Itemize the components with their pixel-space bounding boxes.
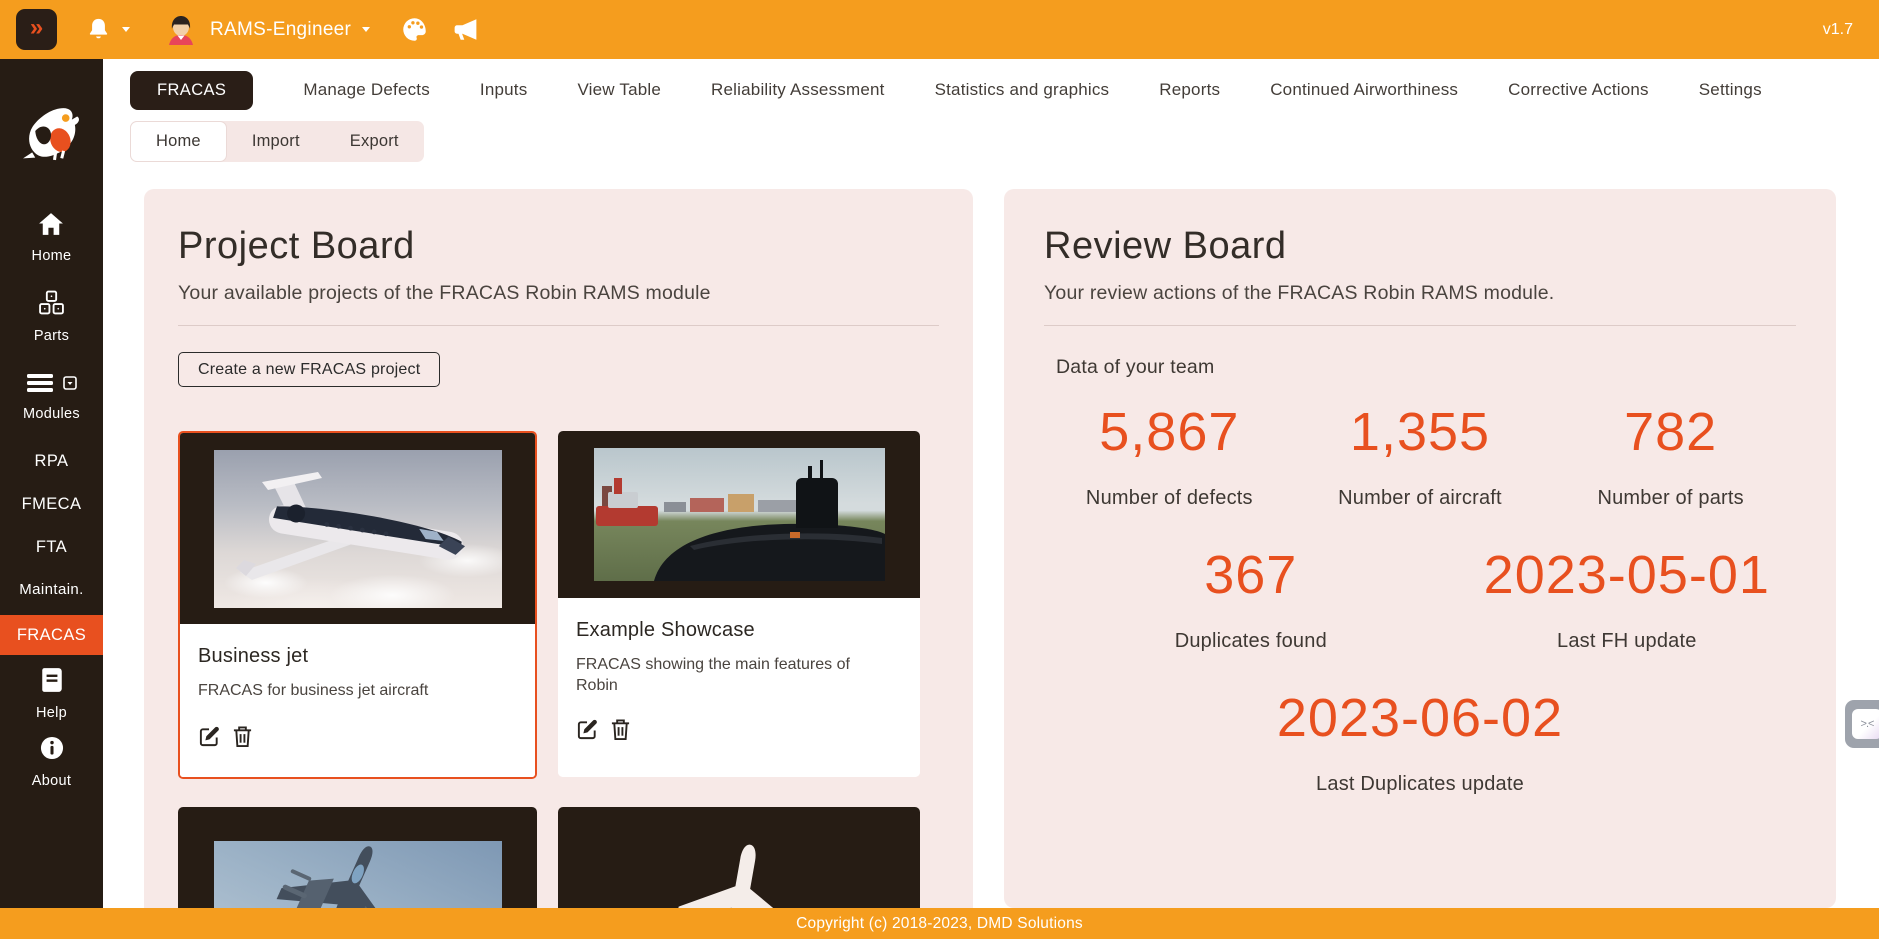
stat-value: 2023-05-01 — [1458, 544, 1796, 606]
user-avatar[interactable] — [164, 13, 198, 47]
sidebar-item-fta[interactable]: FTA — [36, 538, 67, 557]
stats-row-3: 2023-06-02 Last Duplicates update — [1044, 687, 1796, 796]
delete-project-icon[interactable] — [232, 725, 253, 748]
team-data-label: Data of your team — [1056, 356, 1796, 379]
subtab-bar: Home Import Export — [130, 121, 424, 162]
sidebar-item-rpa[interactable]: RPA — [35, 452, 69, 471]
stat-label: Number of defects — [1044, 487, 1295, 510]
sidebar: Home Parts — [0, 59, 103, 939]
project-card-example-showcase[interactable]: Example Showcase FRACAS showing the main… — [558, 431, 920, 777]
stat-label: Duplicates found — [1044, 630, 1458, 653]
sidebar-item-about[interactable]: About — [32, 735, 71, 789]
sidebar-item-label: Modules — [23, 406, 80, 422]
stat-label: Number of parts — [1545, 487, 1796, 510]
module-nav: FRACAS Manage Defects Inputs View Table … — [103, 59, 1879, 121]
stat-value: 5,867 — [1044, 401, 1295, 463]
project-board-subtitle: Your available projects of the FRACAS Ro… — [178, 282, 939, 305]
announcements-megaphone-icon[interactable] — [451, 15, 480, 44]
sidebar-item-home[interactable]: Home — [32, 212, 72, 264]
stat-value: 2023-06-02 — [1277, 687, 1563, 749]
notifications-caret-icon[interactable] — [122, 27, 130, 32]
sidebar-item-fracas-active[interactable]: FRACAS — [0, 615, 103, 655]
modules-menu-icon — [25, 372, 55, 399]
stat-label: Last FH update — [1458, 630, 1796, 653]
project-card-body: Business jet FRACAS for business jet air… — [180, 624, 535, 777]
nav-item-reliability-assessment[interactable]: Reliability Assessment — [711, 80, 885, 100]
theme-palette-icon[interactable] — [401, 16, 428, 43]
footer-bar: Copyright (c) 2018-2023, DMD Solutions — [0, 908, 1879, 939]
copyright-text: Copyright (c) 2018-2023, DMD Solutions — [796, 915, 1083, 933]
project-name: Example Showcase — [576, 619, 902, 642]
review-board-subtitle: Your review actions of the FRACAS Robin … — [1044, 282, 1796, 305]
delete-project-icon[interactable] — [610, 718, 631, 741]
edit-project-icon[interactable] — [576, 718, 599, 741]
sidebar-item-label: Parts — [34, 328, 69, 344]
review-board-panel: Review Board Your review actions of the … — [1004, 189, 1836, 908]
project-board-title: Project Board — [178, 225, 939, 268]
nav-item-inputs[interactable]: Inputs — [480, 80, 528, 100]
app-version: v1.7 — [1823, 21, 1853, 39]
stats-row-2: 367 Duplicates found 2023-05-01 Last FH … — [1044, 544, 1796, 653]
stat-value: 367 — [1044, 544, 1458, 606]
divider — [178, 325, 939, 326]
sidebar-item-modules[interactable]: Modules — [23, 372, 80, 422]
stat-number-of-defects: 5,867 Number of defects — [1044, 401, 1295, 510]
stat-number-of-aircraft: 1,355 Number of aircraft — [1295, 401, 1546, 510]
subtab-home-active[interactable]: Home — [130, 121, 227, 162]
nav-item-manage-defects[interactable]: Manage Defects — [303, 80, 430, 100]
stats-row-1: 5,867 Number of defects 1,355 Number of … — [1044, 401, 1796, 510]
notifications-bell-icon[interactable] — [85, 16, 112, 43]
project-description: FRACAS showing the main features of Robi… — [576, 654, 876, 696]
robin-logo[interactable] — [20, 99, 84, 168]
sidebar-item-help[interactable]: Help — [36, 667, 67, 721]
create-fracas-project-button[interactable]: Create a new FRACAS project — [178, 352, 440, 387]
sidebar-item-label: Home — [32, 248, 72, 264]
nav-item-view-table[interactable]: View Table — [577, 80, 661, 100]
stat-label: Number of aircraft — [1295, 487, 1546, 510]
project-card-business-jet[interactable]: Business jet FRACAS for business jet air… — [178, 431, 537, 779]
stat-number-of-parts: 782 Number of parts — [1545, 401, 1796, 510]
nav-tab-fracas-active[interactable]: FRACAS — [130, 71, 253, 110]
project-description: FRACAS for business jet aircraft — [198, 680, 498, 701]
project-cards-grid: Business jet FRACAS for business jet air… — [178, 431, 939, 939]
sidebar-item-parts[interactable]: Parts — [34, 290, 69, 344]
sidebar-item-label: About — [32, 773, 71, 789]
nav-item-statistics-and-graphics[interactable]: Statistics and graphics — [935, 80, 1110, 100]
top-bar: » RAMS-Engineer — [0, 0, 1879, 59]
nav-item-corrective-actions[interactable]: Corrective Actions — [1508, 80, 1649, 100]
subtab-import[interactable]: Import — [227, 121, 325, 162]
modules-expand-icon[interactable] — [63, 376, 77, 395]
feedback-face-icon: >.< — [1852, 709, 1879, 739]
edit-project-icon[interactable] — [198, 725, 221, 748]
stat-duplicates-found: 367 Duplicates found — [1044, 544, 1458, 653]
nav-item-settings[interactable]: Settings — [1699, 80, 1762, 100]
subtab-export[interactable]: Export — [325, 121, 424, 162]
user-menu-caret-icon[interactable] — [362, 27, 370, 32]
project-name: Business jet — [198, 645, 517, 668]
stat-value: 782 — [1545, 401, 1796, 463]
sidebar-collapse-button[interactable]: » — [16, 9, 57, 50]
nav-item-continued-airworthiness[interactable]: Continued Airworthiness — [1270, 80, 1458, 100]
stat-last-duplicates-update: 2023-06-02 Last Duplicates update — [1277, 687, 1563, 796]
feedback-widget-button[interactable]: >.< — [1845, 700, 1879, 748]
stat-label: Last Duplicates update — [1277, 773, 1563, 796]
nav-item-reports[interactable]: Reports — [1159, 80, 1220, 100]
home-icon — [38, 212, 64, 241]
business-jet-photo — [180, 433, 535, 624]
help-book-icon — [40, 667, 64, 698]
stat-last-fh-update: 2023-05-01 Last FH update — [1458, 544, 1796, 653]
project-card-body: Example Showcase FRACAS showing the main… — [558, 598, 920, 777]
app-root: » RAMS-Engineer — [0, 0, 1879, 939]
sidebar-item-maintain[interactable]: Maintain. — [19, 581, 83, 598]
sidebar-item-fmeca[interactable]: FMECA — [22, 495, 82, 514]
review-board-title: Review Board — [1044, 225, 1796, 268]
divider — [1044, 325, 1796, 326]
parts-cubes-icon — [38, 290, 65, 321]
sidebar-item-label: Help — [36, 705, 67, 721]
project-board-panel: Project Board Your available projects of… — [144, 189, 973, 939]
stat-value: 1,355 — [1295, 401, 1546, 463]
user-name[interactable]: RAMS-Engineer — [210, 19, 351, 41]
submarine-harbor-photo — [558, 431, 920, 598]
about-info-icon — [39, 735, 65, 766]
